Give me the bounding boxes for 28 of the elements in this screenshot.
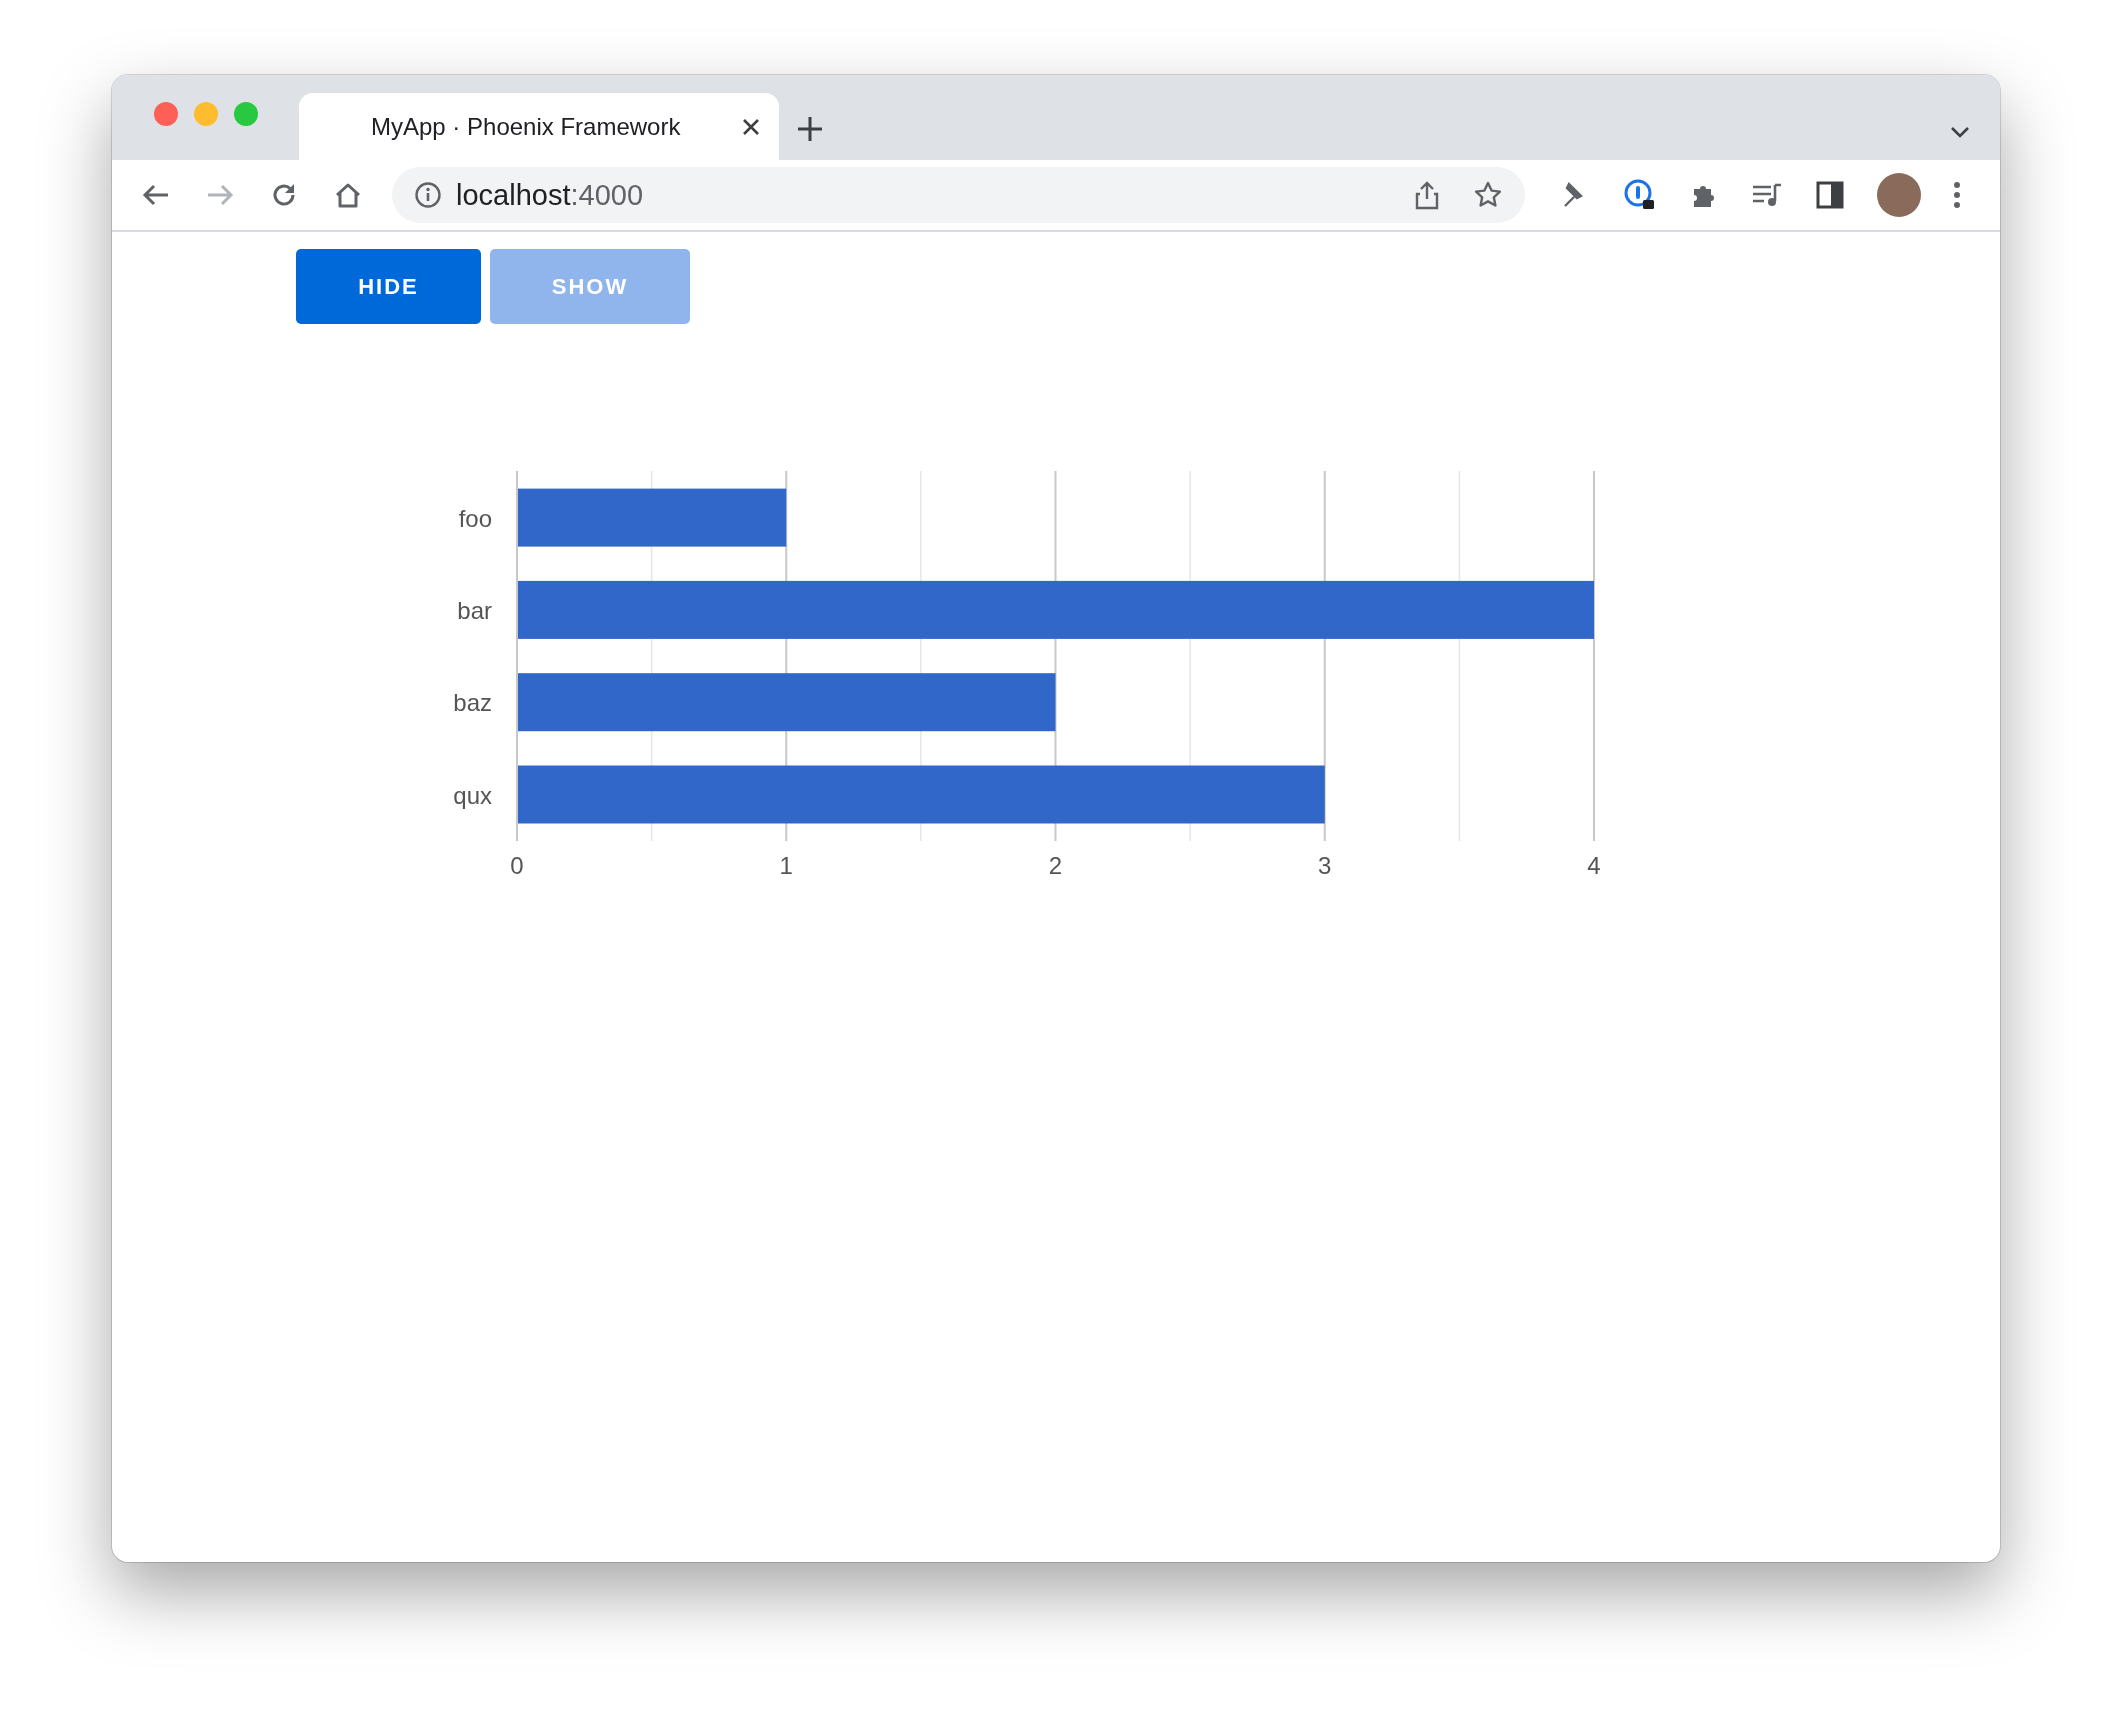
tick-label: 0 (510, 852, 524, 879)
info-icon[interactable] (414, 181, 442, 209)
profile-avatar[interactable] (1877, 173, 1921, 217)
tick-label: 2 (1048, 852, 1063, 879)
category-label: bar (457, 596, 492, 624)
category-label: qux (453, 781, 492, 809)
side-panel-icon[interactable] (1815, 180, 1845, 210)
share-icon[interactable] (1415, 180, 1439, 210)
star-icon[interactable] (1473, 180, 1503, 210)
home-icon (334, 181, 362, 209)
new-tab-plus-icon[interactable] (797, 116, 823, 142)
back-arrow-icon (142, 183, 170, 207)
password-lock-icon[interactable] (1623, 178, 1657, 212)
browser-tab[interactable]: MyApp · Phoenix Framework (299, 93, 779, 160)
media-queue-icon[interactable] (1751, 181, 1783, 209)
action-button[interactable]: HIDE (296, 249, 481, 324)
tick-label: 1 (779, 852, 793, 879)
tick-label: 3 (1318, 852, 1332, 879)
forward-arrow-icon (206, 183, 234, 207)
close-icon[interactable] (741, 116, 761, 137)
url-host: localhost (456, 178, 571, 212)
category-label: foo (458, 504, 492, 532)
url-port: :4000 (570, 178, 644, 212)
tick-label: 4 (1587, 852, 1601, 879)
category-label: baz (453, 689, 492, 717)
address-bar[interactable]: localhost:4000 (392, 167, 1525, 223)
kebab-menu-icon[interactable] (1953, 181, 1961, 209)
chevron-down-icon[interactable] (1950, 126, 1970, 138)
